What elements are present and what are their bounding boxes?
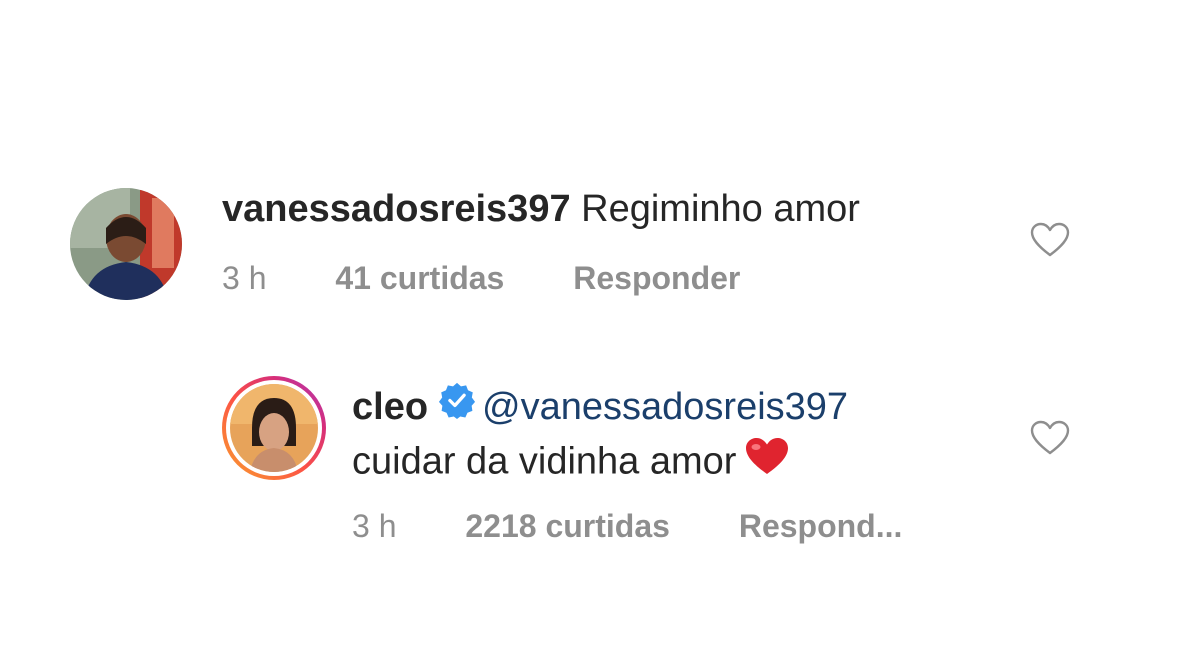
comment-text-line: vanessadosreis397 Regiminho amor [222, 186, 860, 232]
like-button[interactable] [1030, 420, 1070, 456]
reply-button[interactable]: Responder [573, 258, 740, 298]
reply-username[interactable]: cleo [352, 386, 428, 428]
reply-body: cuidar da vidinha amor [352, 440, 737, 483]
heart-outline-icon [1030, 222, 1070, 257]
like-button[interactable] [1030, 222, 1070, 258]
comment-time: 3 h [222, 260, 267, 296]
heart-outline-icon [1030, 420, 1070, 455]
comment-username[interactable]: vanessadosreis397 [222, 188, 571, 230]
avatar-story-ring[interactable] [222, 376, 326, 480]
red-heart-emoji [744, 436, 790, 487]
reply-likes-count[interactable]: 2218 curtidas [465, 506, 670, 546]
comment-body: Regiminho amor [581, 188, 860, 230]
reply-button[interactable]: Respond... [739, 506, 903, 546]
reply-body-line: cuidar da vidinha amor [352, 438, 790, 489]
mention-link[interactable]: @vanessadosreis397 [482, 386, 848, 428]
verified-badge-icon [438, 381, 476, 430]
reply-time: 3 h [352, 508, 397, 544]
comment-likes-count[interactable]: 41 curtidas [335, 258, 504, 298]
avatar[interactable] [70, 188, 182, 300]
reply-header-line: cleo @vanessadosreis397 [352, 381, 848, 433]
reply-meta: 3 h 2218 curtidas Respond... [352, 506, 962, 546]
comment-meta: 3 h 41 curtidas Responder [222, 258, 800, 298]
